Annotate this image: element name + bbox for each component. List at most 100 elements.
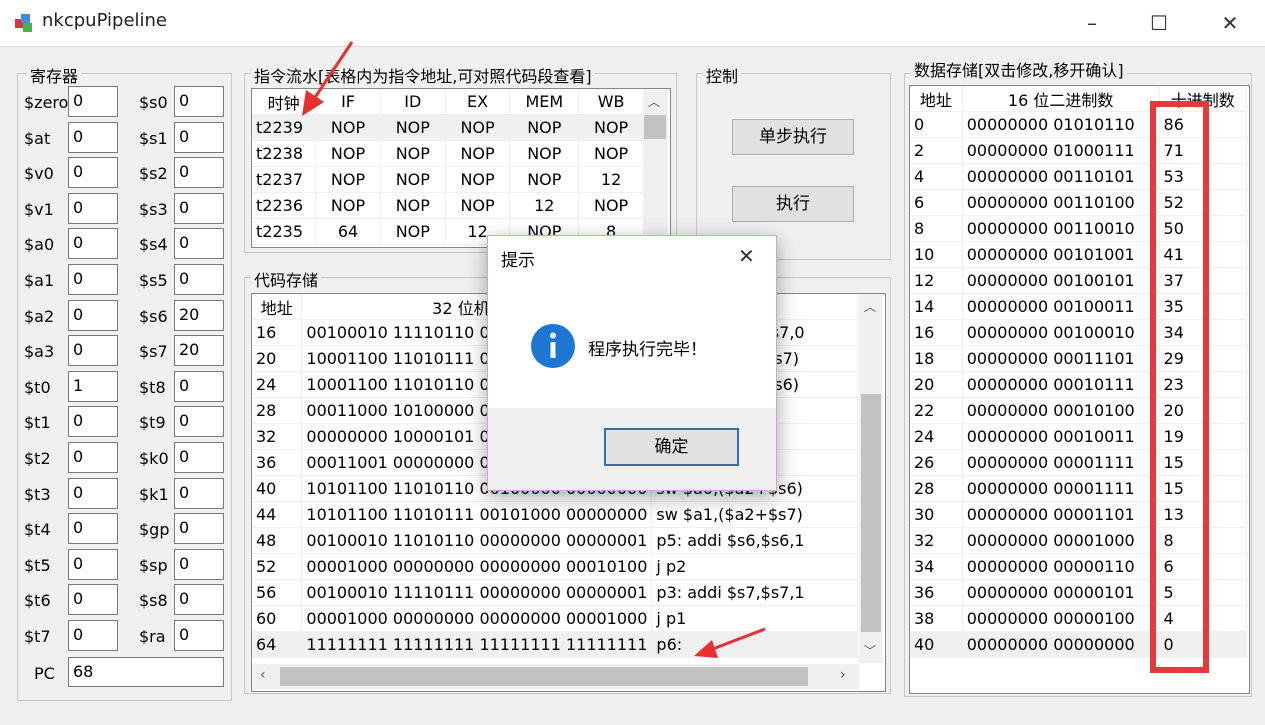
table-cell[interactable]: t2235 — [252, 218, 317, 245]
register-field[interactable]: 0 — [174, 548, 224, 580]
table-cell[interactable]: NOP — [315, 166, 381, 193]
table-cell[interactable]: 36 — [252, 449, 303, 476]
register-field[interactable]: 0 — [68, 442, 118, 473]
table-cell[interactable]: NOP — [380, 166, 446, 193]
table-cell[interactable]: 11111111 11111111 11111111 11111111 — [301, 631, 653, 658]
table-cell[interactable]: t2236 — [252, 192, 317, 219]
table-cell[interactable]: 00000000 00001101 — [962, 501, 1160, 528]
table-cell[interactable]: 32 — [910, 527, 963, 554]
table-cell[interactable]: 24 — [252, 371, 303, 398]
run-button[interactable]: 执行 — [732, 186, 854, 222]
scroll-down-icon[interactable]: ﹀ — [864, 642, 876, 659]
column-header[interactable]: 地址 — [910, 86, 963, 112]
register-field[interactable]: 0 — [68, 335, 118, 367]
table-cell[interactable]: NOP — [315, 140, 381, 167]
table-cell[interactable]: 00000000 00100101 — [962, 267, 1160, 294]
table-cell[interactable]: 28 — [252, 397, 303, 424]
table-cell[interactable]: 48 — [252, 527, 303, 554]
scroll-left-icon[interactable]: ‹ — [260, 667, 266, 683]
table-cell[interactable]: 64 — [252, 631, 303, 658]
table-cell[interactable]: 64 — [315, 218, 381, 245]
scroll-right-icon[interactable]: › — [840, 667, 846, 683]
table-row[interactable]: 52 00001000 00000000 00000000 00010100 j p… — [252, 553, 858, 580]
scroll-thumb[interactable] — [280, 667, 808, 686]
register-field[interactable]: 0 — [68, 157, 118, 189]
table-row[interactable]: 44 10101100 11010111 00101000 00000000 sw … — [252, 501, 858, 528]
table-cell[interactable]: 00000000 00110100 — [962, 189, 1160, 216]
maximize-button[interactable]: ☐ — [1139, 8, 1179, 38]
table-row[interactable]: 56 00100010 11110111 00000000 00000001 p3:… — [252, 579, 858, 606]
table-cell[interactable]: NOP — [445, 166, 511, 193]
close-button[interactable]: ✕ — [1210, 8, 1250, 38]
register-field[interactable]: 0 — [68, 86, 118, 117]
table-cell[interactable]: 36 — [910, 579, 963, 606]
register-field[interactable]: 20 — [174, 335, 224, 367]
table-cell[interactable]: sw $a1,($a2+$s7) — [651, 501, 858, 528]
table-cell[interactable]: 38 — [910, 605, 963, 632]
table-cell[interactable]: 00001000 00000000 00000000 00001000 — [301, 605, 653, 632]
register-field[interactable]: 0 — [174, 620, 224, 651]
table-cell[interactable]: 40 — [252, 475, 303, 502]
register-field[interactable]: 0 — [174, 228, 224, 260]
table-row[interactable]: t2238 NOP NOP NOP NOP NOP — [252, 140, 644, 167]
table-row[interactable]: t2237 NOP NOP NOP NOP 12 — [252, 166, 644, 193]
table-cell[interactable]: p5: addi $s6,$s6,1 — [651, 527, 858, 554]
register-field[interactable]: 20 — [174, 299, 224, 331]
register-field[interactable]: 0 — [174, 264, 224, 295]
table-cell[interactable]: 00000000 01000111 — [962, 137, 1160, 164]
table-cell[interactable]: 44 — [252, 501, 303, 528]
table-cell[interactable]: NOP — [445, 192, 511, 219]
table-cell[interactable]: 34 — [910, 553, 963, 580]
table-cell[interactable]: 18 — [910, 345, 963, 372]
table-cell[interactable]: NOP — [380, 140, 446, 167]
table-cell[interactable]: 16 — [910, 319, 963, 346]
table-cell[interactable]: 00000000 00110101 — [962, 163, 1160, 190]
register-field[interactable]: 0 — [174, 121, 224, 153]
column-header[interactable]: 16 位二进制数 — [962, 86, 1160, 112]
table-cell[interactable]: 00001000 00000000 00000000 00010100 — [301, 553, 653, 580]
table-cell[interactable]: NOP — [578, 114, 644, 141]
column-header[interactable]: EX — [445, 89, 511, 115]
table-cell[interactable]: 00000000 00000100 — [962, 605, 1160, 632]
register-field[interactable]: 0 — [68, 299, 118, 331]
register-field[interactable]: 0 — [174, 192, 224, 224]
register-field[interactable]: 0 — [174, 442, 224, 473]
scroll-up-icon[interactable]: ︿ — [864, 298, 876, 315]
table-cell[interactable]: 00000000 00110010 — [962, 215, 1160, 242]
table-cell[interactable]: 00000000 01010110 — [962, 111, 1160, 138]
table-cell[interactable]: 22 — [910, 397, 963, 424]
register-field[interactable]: 0 — [68, 620, 118, 651]
table-cell[interactable]: 00000000 00010011 — [962, 423, 1160, 450]
table-row[interactable]: t2236 NOP NOP NOP 12 NOP — [252, 192, 644, 219]
table-cell[interactable]: 20 — [910, 371, 963, 398]
table-cell[interactable]: 6 — [910, 189, 963, 216]
register-field[interactable]: 0 — [174, 157, 224, 189]
register-field[interactable]: 0 — [68, 406, 118, 438]
table-cell[interactable]: 00000000 00101001 — [962, 241, 1160, 268]
table-cell[interactable]: NOP — [578, 140, 644, 167]
scroll-up-icon[interactable]: ︿ — [648, 93, 660, 110]
ok-button[interactable]: 确定 — [604, 428, 739, 466]
register-field[interactable]: 0 — [174, 584, 224, 616]
column-header[interactable]: 地址 — [252, 294, 303, 320]
register-field[interactable]: 0 — [68, 264, 118, 295]
code-hscrollbar[interactable]: ‹ › — [252, 664, 859, 689]
code-vscrollbar[interactable]: ︿ ﹀ — [859, 294, 883, 663]
table-cell[interactable]: 24 — [910, 423, 963, 450]
register-field[interactable]: 0 — [174, 86, 224, 117]
table-cell[interactable]: 00000000 00100011 — [962, 293, 1160, 320]
table-cell[interactable]: 16 — [252, 319, 303, 346]
table-cell[interactable]: 4 — [910, 163, 963, 190]
register-field[interactable]: 0 — [68, 584, 118, 616]
table-cell[interactable]: NOP — [445, 114, 511, 141]
table-cell[interactable]: 56 — [252, 579, 303, 606]
pipeline-scrollbar[interactable]: ︿ — [643, 89, 668, 245]
table-cell[interactable]: NOP — [445, 140, 511, 167]
register-field[interactable]: 0 — [174, 370, 224, 402]
table-cell[interactable]: NOP — [509, 140, 580, 167]
table-cell[interactable]: 00000000 00010100 — [962, 397, 1160, 424]
table-cell[interactable]: 00000000 00001111 — [962, 475, 1160, 502]
table-cell[interactable]: 12 — [578, 166, 644, 193]
table-cell[interactable]: 2 — [910, 137, 963, 164]
table-row[interactable]: 48 00100010 11010110 00000000 00000001 p5:… — [252, 527, 858, 554]
